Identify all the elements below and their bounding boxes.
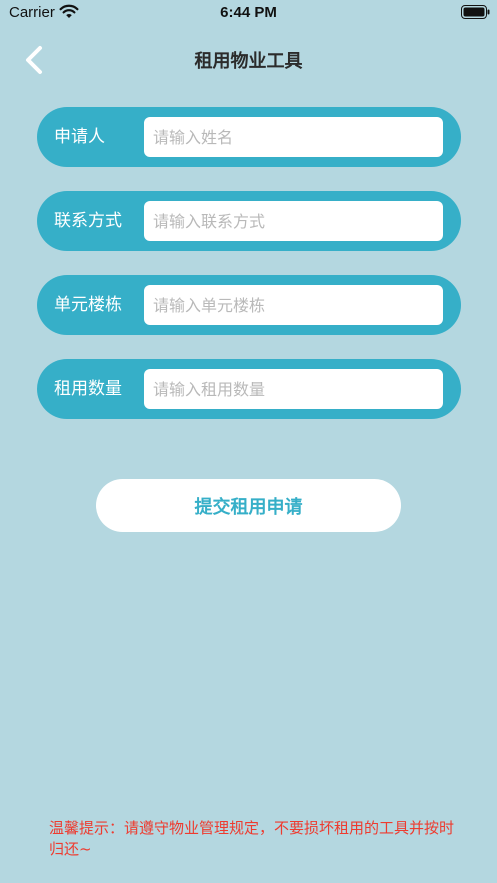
building-unit-row: 单元楼栋 <box>37 275 461 335</box>
status-bar: Carrier 6:44 PM <box>0 0 497 26</box>
applicant-input[interactable] <box>144 117 443 157</box>
contact-label: 联系方式 <box>54 211 122 231</box>
battery-icon <box>461 5 490 19</box>
building-unit-input[interactable] <box>144 285 443 325</box>
applicant-label: 申请人 <box>54 127 105 147</box>
quantity-row: 租用数量 <box>37 359 461 419</box>
page-title: 租用物业工具 <box>194 51 303 72</box>
building-unit-label: 单元楼栋 <box>54 295 122 315</box>
contact-input[interactable] <box>144 201 443 241</box>
submit-rental-button[interactable]: 提交租用申请 <box>96 479 401 532</box>
quantity-input[interactable] <box>144 369 443 409</box>
quantity-label: 租用数量 <box>54 379 122 399</box>
contact-row: 联系方式 <box>37 191 461 251</box>
applicant-row: 申请人 <box>37 107 461 167</box>
navigation-bar: 租用物业工具 <box>0 36 497 84</box>
warm-tip-text: 温馨提示：请遵守物业管理规定，不要损坏租用的工具并按时归还~ <box>49 819 455 858</box>
status-time: 6:44 PM <box>220 4 277 21</box>
